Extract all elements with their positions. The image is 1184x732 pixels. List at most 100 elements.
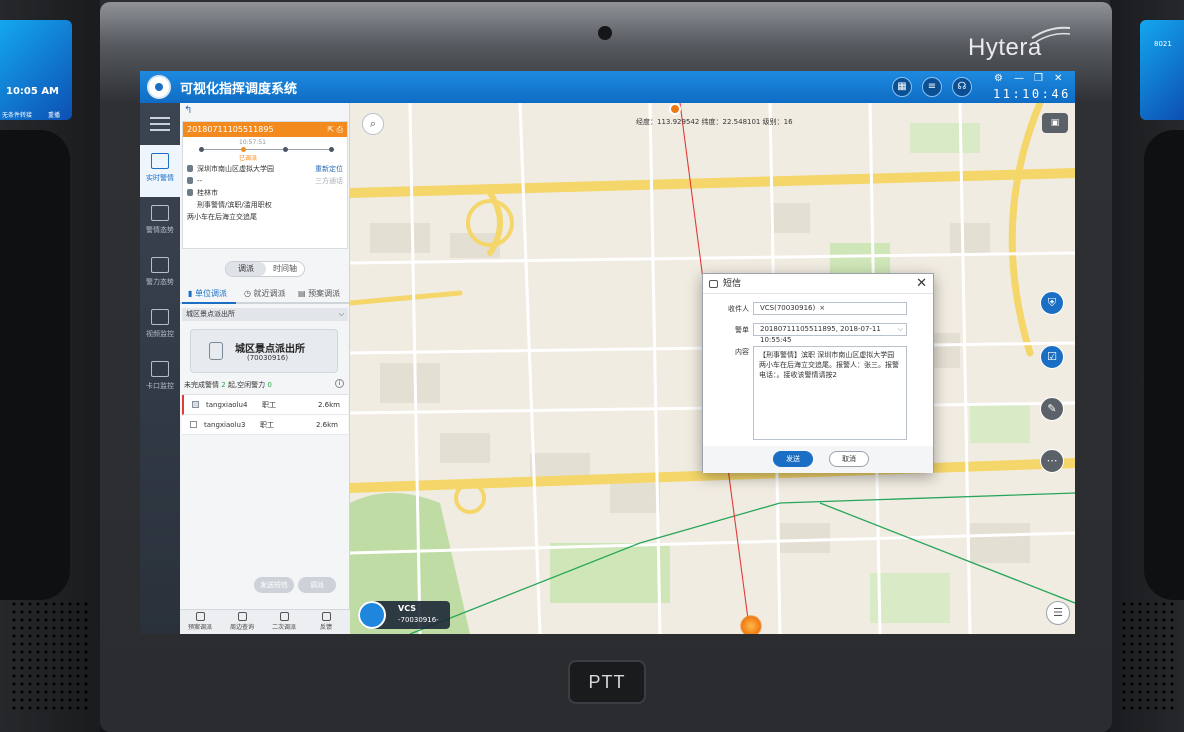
recipient-label: 收件人 [728,305,749,313]
legend-icon[interactable]: ☰ [1046,601,1070,625]
tab-nearby-dispatch[interactable]: ◷ 就近调派 [244,288,286,299]
video-camera-icon [151,309,169,325]
left-console: 10:05 AM 无条件转接 重播 [0,0,100,732]
table-row[interactable]: tangxiaolu4 职工 2.6km [182,395,348,415]
officer-checkbox[interactable] [192,401,199,408]
dialog-close-icon[interactable]: ✕ [916,274,927,294]
edit-icon [321,612,331,621]
send-button[interactable]: 发送 [773,451,813,467]
idle-count: 0 [267,381,272,389]
second-dispatch-tool[interactable]: 二次调派 [264,612,304,631]
map-view[interactable]: ⌕ 经度：113.929542 纬度：22.548101 级别：16 ▣ ⛨ ☑… [350,103,1075,634]
clock: 11:10:46 [993,87,1071,101]
chevron-down-icon: ⌵ [897,325,903,333]
right-mini-screen: 8021 [1140,20,1184,120]
incident-panel: ↰ 20180711105511895 ⇱ ⎙ 10:57:51 已调派 深圳市… [180,103,350,634]
dialog-header: 短信 ✕ [703,274,933,294]
feedback-tool[interactable]: 反馈 [306,612,346,631]
more-tools-icon[interactable]: ⋯ [1040,449,1064,473]
nav-video[interactable]: 视频监控 [140,301,180,353]
restore-icon[interactable]: ❐ [1034,73,1043,84]
monitor-chart-icon [151,153,169,169]
avatar [358,601,386,629]
toggle-dispatch[interactable]: 调派 [226,262,266,276]
incident-city-row: 桂林市 [183,187,347,199]
app-screen: 可视化指挥调度系统 ▦ ≡ ☊ ⚙ — ❐ ✕ 11:10:46 实时警情 警情… [140,71,1075,634]
case-label: 警单 [735,326,749,334]
timeline-current-dot [241,147,246,152]
location-icon [237,612,247,621]
incident-category: 刑事警情/滨职/滥用职权 [197,201,272,209]
tab-plan-dispatch[interactable]: ▤ 预案调派 [298,288,340,299]
close-icon[interactable]: ✕ [1054,73,1062,84]
shield-icon [151,257,169,273]
nav-label: 视频监控 [146,330,174,338]
unit-code: (70030916) [247,354,289,362]
camera-icon [598,26,612,40]
shield-tool-icon[interactable]: ⛨ [1040,291,1064,315]
case-value: 20180711105511895, 2018-07-11 10:55:45 [760,325,881,344]
bottom-toolbar: 预案调派 周边查询 二次调派 反馈 [180,609,350,634]
map-coordinates: 经度：113.929542 纬度：22.548101 级别：16 [636,118,793,126]
left-handset [0,130,70,600]
cancel-button[interactable]: 取消 [829,451,869,467]
nav-realtime-alarm[interactable]: 实时警情 [140,145,180,197]
right-console: 8021 [1110,0,1184,732]
brand-swoosh-icon [1031,26,1071,43]
incident-city: 桂林市 [197,189,218,197]
map-marker-icon[interactable] [669,103,681,115]
view-toggle[interactable]: 调派 时间轴 [225,261,305,277]
vcs-code: -70030916- [398,616,439,624]
app-title: 可视化指挥调度系统 [180,82,298,97]
content-textarea[interactable]: 【刑事警情】滨职 深圳市南山区虚拟大学园 两小车在后海立交追尾。报警人：张三。报… [753,346,907,440]
settings-icon[interactable]: ⚙ [994,73,1003,84]
incident-caller-row: -- 三方通话 [183,175,347,187]
ptt-button[interactable]: PTT [568,660,646,704]
toggle-timeline[interactable]: 时间轴 [266,262,304,276]
minimize-icon[interactable]: — [1014,73,1024,84]
nearby-search-tool[interactable]: 周边查询 [222,612,262,631]
measure-tool-icon[interactable]: ✎ [1040,397,1064,421]
timeline-status: 已调派 [239,155,258,162]
print-icon[interactable]: ⎙ [337,125,343,134]
menu-icon[interactable] [150,117,170,131]
table-row[interactable]: tangxiaolu3 职工 2.6km [182,415,348,435]
nav-alarm-situation[interactable]: 警情态势 [140,197,180,249]
three-way-call-link[interactable]: 三方通话 [315,175,343,187]
unit-card[interactable]: 城区景点派出所 (70030916) [190,329,338,373]
right-speaker-grill [1120,600,1176,710]
headset-icon[interactable]: ☊ [952,77,972,97]
case-select[interactable]: 20180711105511895, 2018-07-11 10:55:45 ⌵ [753,323,907,344]
unit-name: 城区景点派出所 [235,344,305,355]
plan-icon [195,612,205,621]
nav-checkpoint[interactable]: 卡口监控 [140,353,180,405]
incident-flame-icon[interactable] [740,615,762,634]
checklist-tool-icon[interactable]: ☑ [1040,345,1064,369]
recipient-field[interactable]: VCS(70030916) × [753,302,907,315]
export-icon[interactable]: ⇱ [327,125,334,134]
unit-group-select[interactable]: 城区景点派出所 ⌵ [182,308,348,321]
dispatch-button[interactable]: 调派 [298,577,336,593]
officer-checkbox[interactable] [190,421,197,428]
info-icon[interactable]: i [335,379,344,388]
nav-label: 实时警情 [146,174,174,182]
nav-label: 卡口监控 [146,382,174,390]
list-icon[interactable]: ≡ [922,77,942,97]
send-sms-button[interactable]: 发送短信 [254,577,294,593]
tab-unit-dispatch[interactable]: ▮ 单位调派 [188,288,227,299]
incident-address: 深圳市南山区虚拟大学园 [197,165,274,173]
briefcase-icon[interactable]: ▣ [1042,113,1068,133]
relocate-link[interactable]: 重新定位 [315,163,343,175]
remove-recipient-icon[interactable]: × [819,304,825,312]
nav-police-force[interactable]: 警力态势 [140,249,180,301]
map-search-icon[interactable]: ⌕ [362,113,384,135]
plan-dispatch-tool[interactable]: 预案调派 [180,612,220,631]
vcs-badge[interactable]: VCS -70030916- [358,601,450,629]
dispatch-tabs: ▮ 单位调派 ◷ 就近调派 ▤ 预案调派 [180,286,350,304]
timeline-time: 10:57:51 [239,139,266,146]
incident-desc: 两小车在后海立交追尾 [187,213,257,221]
back-arrow-icon[interactable]: ↰ [184,105,192,116]
layout-icon[interactable]: ▦ [892,77,912,97]
left-mini-screen: 10:05 AM 无条件转接 重播 [0,20,72,120]
mini-number: 8021 [1154,40,1172,48]
